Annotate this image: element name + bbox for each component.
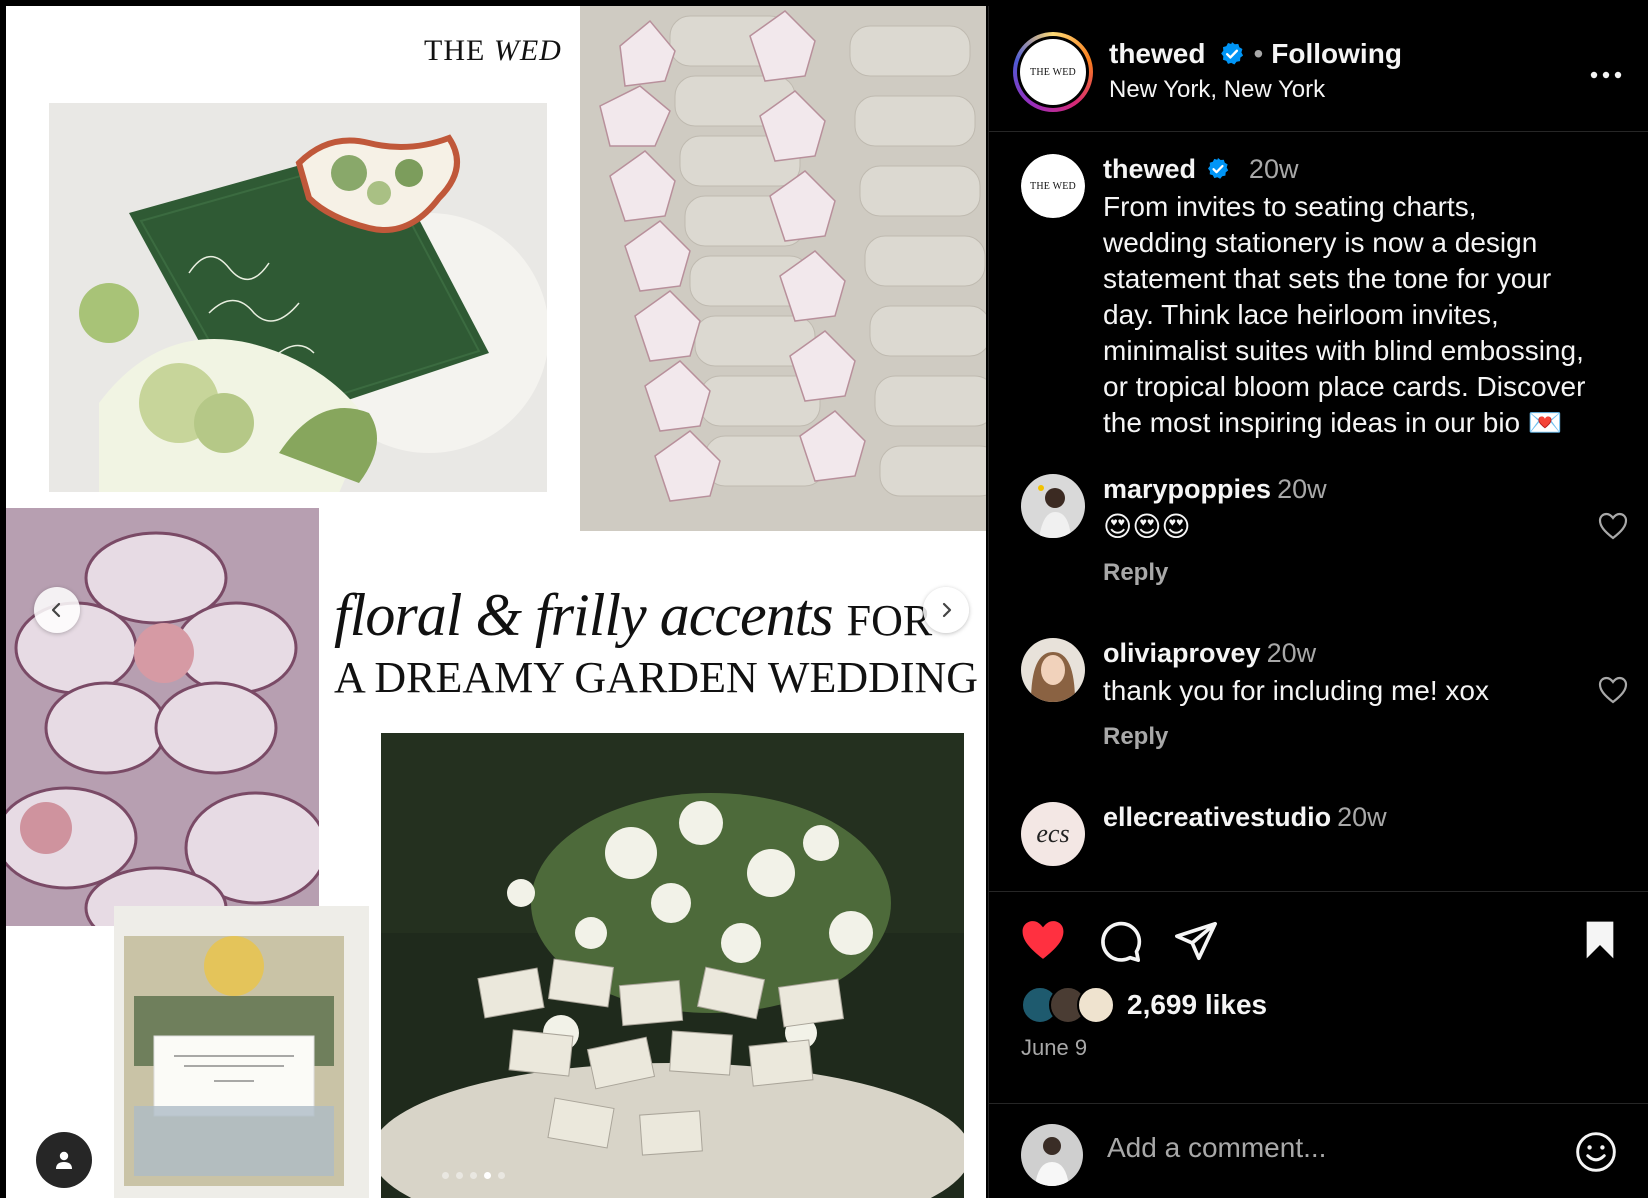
invitation-suite-photo (49, 103, 547, 492)
avatar[interactable]: THE WED (1021, 154, 1085, 218)
carousel-next-button[interactable] (923, 587, 969, 633)
more-options-icon (1590, 71, 1622, 79)
emoji-button[interactable] (1574, 1130, 1618, 1179)
heart-filled-icon (1022, 921, 1064, 959)
carousel-dot (470, 1172, 477, 1179)
comment-button[interactable] (1097, 918, 1143, 969)
comment-username[interactable]: marypoppies (1103, 474, 1271, 504)
comments-list[interactable]: THE WED thewed 20w From invites to seati… (989, 132, 1648, 891)
person-icon (56, 1151, 72, 1169)
avatar[interactable] (1021, 638, 1085, 702)
like-comment-button[interactable] (1598, 512, 1628, 545)
add-comment-bar (989, 1103, 1648, 1198)
story-ring-avatar[interactable]: THE WED (1013, 32, 1093, 112)
carousel-dot (498, 1172, 505, 1179)
caption-time[interactable]: 20w (1249, 154, 1299, 184)
header-separator: • (1253, 38, 1264, 69)
comment-username[interactable]: oliviaprovey (1103, 638, 1261, 668)
carousel-dot (442, 1172, 449, 1179)
carousel-dot (456, 1172, 463, 1179)
comment-text: 😍😍😍 (1103, 511, 1191, 542)
vellum-envelope-photo (114, 906, 369, 1198)
avatar[interactable] (1021, 474, 1085, 538)
likes-count[interactable]: 2,699 likes (1127, 989, 1267, 1021)
bookmark-filled-icon (1586, 921, 1614, 959)
chevron-left-icon (51, 602, 61, 618)
header-username[interactable]: thewed (1109, 38, 1205, 70)
headline-line2: A DREAMY GARDEN WEDDING (334, 653, 979, 702)
liker-avatars (1021, 986, 1115, 1024)
post-date[interactable]: June 9 (1021, 1035, 1087, 1061)
carousel-dots (442, 1172, 505, 1179)
lily-place-cards-photo (580, 6, 986, 531)
verified-badge-icon (1208, 158, 1229, 179)
post-actions: 2,699 likes June 9 (989, 891, 1648, 1198)
comment-time[interactable]: 20w (1267, 638, 1317, 668)
like-button[interactable] (1019, 918, 1067, 969)
carousel-prev-button[interactable] (34, 587, 80, 633)
brand-wordmark: THE WED (424, 34, 562, 67)
caption-text: From invites to seating charts, wedding … (1103, 191, 1586, 438)
garden-seating-table-photo (381, 733, 964, 1198)
avatar[interactable] (1021, 1124, 1083, 1186)
carousel-dot (484, 1172, 491, 1179)
share-button[interactable] (1173, 918, 1219, 969)
post-header: THE WED thewed • Following New York, New… (989, 6, 1648, 132)
heart-outline-icon (1598, 512, 1628, 540)
save-button[interactable] (1582, 920, 1618, 965)
comment-username[interactable]: ellecreativestudio (1103, 802, 1331, 832)
chevron-right-icon (942, 602, 952, 618)
post-media[interactable]: THE WED floral & frilly accents FOR A DR… (6, 6, 986, 1198)
like-comment-button[interactable] (1598, 676, 1628, 709)
comment-input[interactable] (1107, 1132, 1527, 1164)
reply-button[interactable]: Reply (1103, 723, 1588, 751)
magnolia-paper-photo (6, 508, 319, 926)
post-sidebar: THE WED thewed • Following New York, New… (988, 6, 1648, 1198)
more-options-button[interactable] (1590, 66, 1622, 84)
post-headline: floral & frilly accents FOR A DREAMY GAR… (334, 581, 979, 703)
emoji-icon (1576, 1132, 1616, 1172)
caption-username[interactable]: thewed (1103, 154, 1196, 184)
verified-badge-icon (1221, 42, 1244, 65)
headline-script: floral & frilly accents (334, 582, 834, 648)
headline-for: FOR (846, 596, 933, 645)
avatar: THE WED (1020, 39, 1086, 105)
heart-outline-icon (1598, 676, 1628, 704)
tagged-people-button[interactable] (36, 1132, 92, 1188)
avatar[interactable]: ecs (1021, 802, 1085, 866)
comment-text: thank you for including me! xox (1103, 675, 1489, 706)
comment-time[interactable]: 20w (1337, 802, 1387, 832)
reply-button[interactable]: Reply (1103, 559, 1588, 587)
comment-time[interactable]: 20w (1277, 474, 1327, 504)
comment-icon (1101, 921, 1142, 962)
location-link[interactable]: New York, New York (1109, 76, 1402, 104)
likes-summary[interactable]: 2,699 likes (1021, 986, 1267, 1024)
following-button[interactable]: Following (1271, 38, 1402, 70)
share-icon (1175, 921, 1217, 961)
